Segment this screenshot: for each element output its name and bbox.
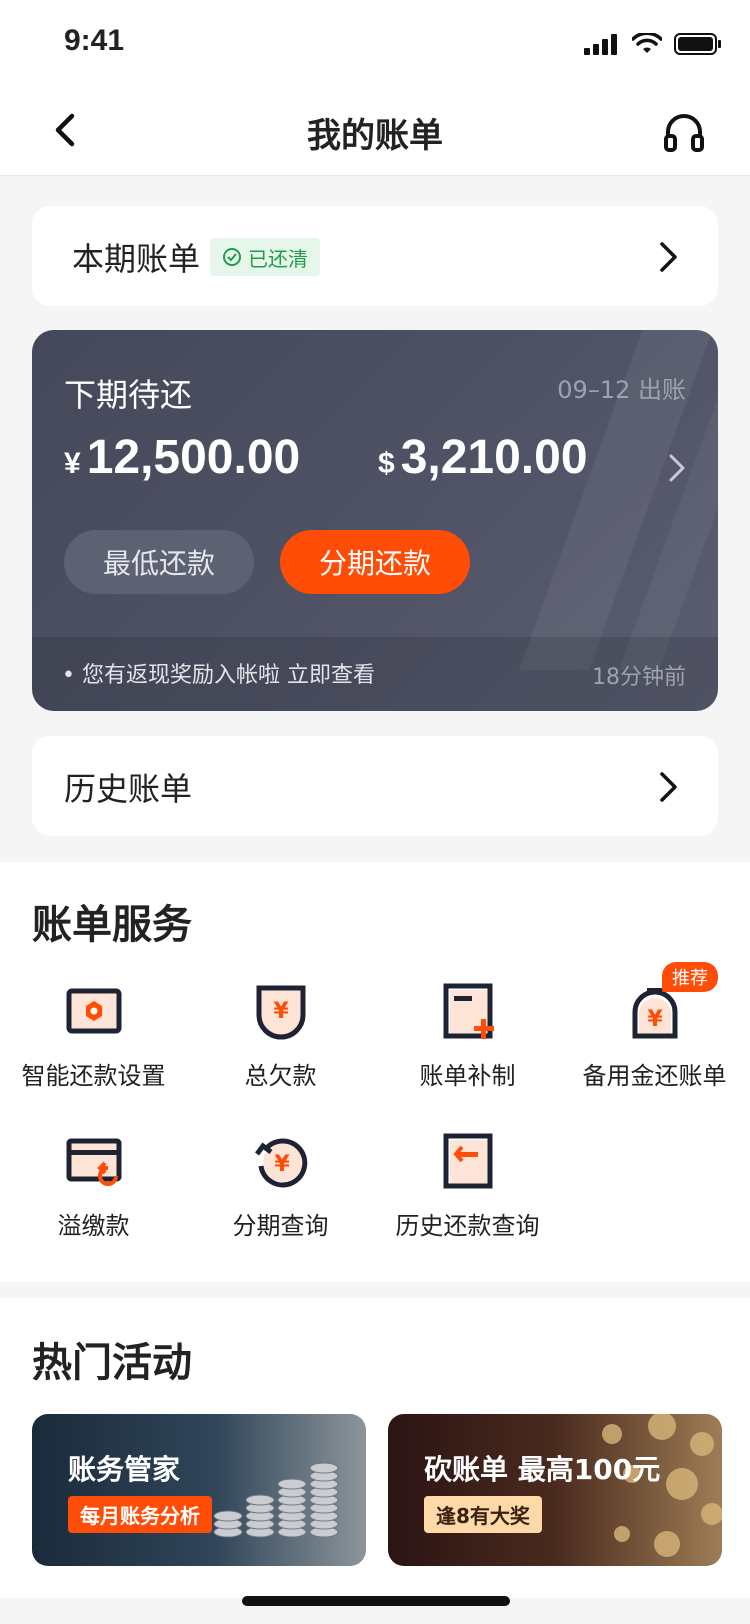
- service-label: 账单补制: [419, 1062, 516, 1090]
- history-repay-icon: [438, 1132, 498, 1192]
- service-label: 备用金还账单: [582, 1062, 727, 1090]
- headset-icon[interactable]: [660, 108, 708, 156]
- promo-account-manager[interactable]: 账务管家 每月账务分析: [32, 1414, 366, 1566]
- recommend-badge: 推荐: [662, 962, 718, 992]
- services-title: 账单服务: [32, 902, 192, 948]
- bill-date: 09–12 出账: [557, 376, 686, 404]
- wifi-icon: [632, 33, 662, 53]
- smart-repay-icon: [64, 982, 124, 1042]
- coin-stack-icon: [213, 1462, 339, 1538]
- usd-amount-value: 3,210.00: [400, 431, 588, 484]
- history-bill-label: 历史账单: [64, 770, 193, 808]
- service-label: 智能还款设置: [21, 1062, 166, 1090]
- bill-services-section: 账单服务 智能还款设置 ¥ 总欠款 账单补制 ¥ 备用金还账单 溢缴款 ¥ 分期…: [0, 862, 750, 1282]
- svg-text:¥: ¥: [274, 1152, 290, 1177]
- paid-status-badge: 已还清: [210, 238, 320, 276]
- paid-status-text: 已还清: [248, 246, 308, 271]
- cny-amount-value: 12,500.00: [86, 431, 301, 484]
- min-payment-button[interactable]: 最低还款: [64, 530, 254, 594]
- service-label: 溢缴款: [57, 1212, 130, 1240]
- promo-tag: 每月账务分析: [68, 1496, 212, 1533]
- cny-amount[interactable]: ¥ 12,500.00: [64, 430, 300, 485]
- gift-decoration-icon: [602, 1414, 722, 1557]
- promo-tag: 逢8有大奖: [424, 1496, 542, 1533]
- service-installment-query[interactable]: ¥ 分期查询: [187, 1132, 374, 1241]
- promo-title: 砍账单 最高100元: [424, 1453, 661, 1486]
- hot-title: 热门活动: [32, 1340, 192, 1386]
- notice-bar[interactable]: • 您有返现奖励入帐啦 立即查看 18分钟前: [32, 637, 718, 711]
- service-smart-repay[interactable]: 智能还款设置: [0, 982, 187, 1091]
- service-total-debt[interactable]: ¥ 总欠款: [187, 982, 374, 1091]
- bill-reissue-icon: [438, 982, 498, 1042]
- usd-symbol: $: [378, 447, 395, 480]
- chevron-right-icon: [660, 242, 677, 272]
- next-bill-title: 下期待还: [64, 376, 193, 414]
- service-overpayment[interactable]: 溢缴款: [0, 1132, 187, 1241]
- cashback-notice[interactable]: • 您有返现奖励入帐啦 立即查看: [62, 657, 375, 689]
- service-history-repay[interactable]: 历史还款查询: [374, 1132, 561, 1241]
- page-title: 我的账单: [307, 116, 443, 156]
- service-reserve-fund[interactable]: ¥ 备用金还账单: [561, 982, 748, 1091]
- hot-activities-section: 热门活动 账务管家 每月账务分析 砍账单 最高100元 逢8有大奖: [0, 1298, 750, 1598]
- notice-time: 18分钟前: [592, 665, 686, 690]
- current-bill-label: 本期账单: [72, 240, 201, 278]
- installment-button[interactable]: 分期还款: [280, 530, 470, 594]
- promo-title: 账务管家: [68, 1453, 181, 1486]
- service-label: 分期查询: [232, 1212, 329, 1240]
- chevron-right-icon[interactable]: [666, 452, 688, 484]
- check-circle-icon: [223, 248, 241, 266]
- cny-symbol: ¥: [64, 447, 81, 480]
- installment-query-icon: ¥: [251, 1132, 311, 1192]
- svg-text:¥: ¥: [273, 999, 289, 1024]
- status-icons: [584, 32, 722, 56]
- svg-text:¥: ¥: [647, 1007, 663, 1032]
- service-label: 总欠款: [244, 1062, 317, 1090]
- current-bill-card[interactable]: 本期账单 已还清: [32, 206, 718, 306]
- service-label: 历史还款查询: [395, 1212, 540, 1240]
- signal-icon: [584, 34, 617, 55]
- promo-cut-bill[interactable]: 砍账单 最高100元 逢8有大奖: [388, 1414, 722, 1566]
- home-indicator[interactable]: [242, 1596, 510, 1606]
- battery-icon: [674, 33, 721, 55]
- next-bill-card: 下期待还 09–12 出账 ¥ 12,500.00 $ 3,210.00 最低还…: [32, 330, 718, 711]
- overpayment-icon: [64, 1132, 124, 1192]
- top-bar: 9:41 我的账单: [0, 0, 750, 176]
- service-bill-reissue[interactable]: 账单补制: [374, 982, 561, 1091]
- status-time: 9:41: [64, 24, 125, 57]
- total-debt-icon: ¥: [251, 982, 311, 1042]
- chevron-right-icon: [660, 772, 677, 802]
- usd-amount[interactable]: $ 3,210.00: [378, 430, 588, 485]
- history-bill-card[interactable]: 历史账单: [32, 736, 718, 836]
